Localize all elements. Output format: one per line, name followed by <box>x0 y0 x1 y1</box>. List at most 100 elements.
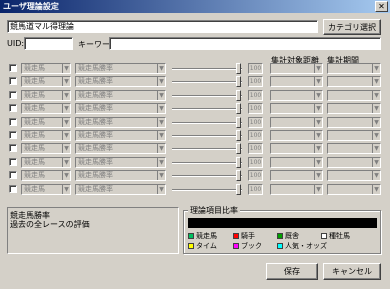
row-distance-select[interactable]: ▼ <box>270 116 323 128</box>
row-period-select[interactable]: ▼ <box>327 183 381 195</box>
row-item-select[interactable]: 競走馬勝率 ▼ <box>75 89 166 101</box>
row-period-select[interactable]: ▼ <box>327 103 381 115</box>
row-category-value: 競走馬 <box>24 64 45 72</box>
theory-row: 競走馬 ▼ 競走馬勝率 ▼ 100 ▼ ▼ <box>0 143 390 155</box>
row-category-select[interactable]: 競走馬 ▼ <box>21 63 71 74</box>
row-enable-checkbox[interactable] <box>9 117 17 126</box>
row-slider-thumb[interactable] <box>236 116 241 128</box>
row-slider-thumb[interactable] <box>236 156 241 168</box>
row-period-select[interactable]: ▼ <box>327 130 381 141</box>
row-ratio-slider[interactable] <box>172 175 242 178</box>
save-button[interactable]: 保存 <box>266 263 318 280</box>
row-distance-select[interactable]: ▼ <box>270 103 323 115</box>
chevron-down-icon: ▼ <box>314 171 322 181</box>
row-distance-select[interactable]: ▼ <box>270 156 323 168</box>
row-category-select[interactable]: 競走馬 ▼ <box>21 143 71 155</box>
legend-swatch <box>233 233 239 239</box>
row-category-select[interactable]: 競走馬 ▼ <box>21 170 71 182</box>
row-ratio-slider[interactable] <box>172 161 242 164</box>
row-enable-checkbox[interactable] <box>9 171 17 180</box>
row-slider-thumb[interactable] <box>236 170 241 182</box>
row-ratio-slider[interactable] <box>172 81 242 84</box>
row-item-select[interactable]: 競走馬勝率 ▼ <box>75 76 166 88</box>
theory-name-input[interactable]: 競馬道マル得理論 <box>7 20 318 33</box>
row-enable-checkbox[interactable] <box>9 131 17 139</box>
row-item-value: 競走馬勝率 <box>78 90 113 99</box>
row-enable-checkbox[interactable] <box>9 144 17 153</box>
row-slider-thumb[interactable] <box>236 76 241 88</box>
row-category-select[interactable]: 競走馬 ▼ <box>21 116 71 128</box>
row-enable-checkbox[interactable] <box>9 90 17 99</box>
cancel-button[interactable]: キャンセル <box>323 263 381 280</box>
row-item-select[interactable]: 競走馬勝率 ▼ <box>75 103 166 115</box>
row-distance-select[interactable]: ▼ <box>270 143 323 155</box>
chevron-down-icon: ▼ <box>157 117 165 127</box>
row-ratio-slider[interactable] <box>172 188 242 191</box>
row-period-select[interactable]: ▼ <box>327 170 381 182</box>
row-ratio-slider[interactable] <box>172 94 242 97</box>
row-distance-select[interactable]: ▼ <box>270 89 323 101</box>
row-category-select[interactable]: 競走馬 ▼ <box>21 89 71 101</box>
row-distance-select[interactable]: ▼ <box>270 170 323 182</box>
row-enable-checkbox[interactable] <box>9 77 17 86</box>
row-item-select[interactable]: 競走馬勝率 ▼ <box>75 130 166 141</box>
row-item-select[interactable]: 競走馬勝率 ▼ <box>75 63 166 74</box>
row-period-select[interactable]: ▼ <box>327 143 381 155</box>
row-slider-thumb[interactable] <box>236 103 241 115</box>
row-item-select[interactable]: 競走馬勝率 ▼ <box>75 183 166 195</box>
row-ratio-value: 100 <box>248 170 263 182</box>
row-period-select[interactable]: ▼ <box>327 63 381 74</box>
row-ratio-slider[interactable] <box>172 68 242 70</box>
row-item-value: 競走馬勝率 <box>78 184 113 193</box>
description-text: 過去の全レースの評価 <box>10 220 90 229</box>
row-slider-thumb[interactable] <box>236 89 241 101</box>
row-distance-select[interactable]: ▼ <box>270 76 323 88</box>
row-slider-thumb[interactable] <box>236 130 241 141</box>
chevron-down-icon: ▼ <box>157 77 165 87</box>
row-distance-select[interactable]: ▼ <box>270 63 323 74</box>
row-category-select[interactable]: 競走馬 ▼ <box>21 76 71 88</box>
chevron-down-icon: ▼ <box>372 90 380 100</box>
row-item-select[interactable]: 競走馬勝率 ▼ <box>75 156 166 168</box>
chevron-down-icon: ▼ <box>372 77 380 87</box>
row-period-select[interactable]: ▼ <box>327 116 381 128</box>
row-ratio-slider[interactable] <box>172 108 242 111</box>
row-category-select[interactable]: 競走馬 ▼ <box>21 130 71 141</box>
row-period-select[interactable]: ▼ <box>327 89 381 101</box>
chevron-down-icon: ▼ <box>62 184 70 194</box>
row-slider-thumb[interactable] <box>236 63 241 74</box>
row-ratio-slider[interactable] <box>172 135 242 137</box>
row-distance-select[interactable]: ▼ <box>270 130 323 141</box>
row-ratio-slider[interactable] <box>172 121 242 124</box>
description-box: 競走馬勝率 過去の全レースの評価 <box>7 207 179 254</box>
chevron-down-icon: ▼ <box>62 131 70 140</box>
chevron-down-icon: ▼ <box>157 104 165 114</box>
chevron-down-icon: ▼ <box>372 157 380 167</box>
row-item-select[interactable]: 競走馬勝率 ▼ <box>75 143 166 155</box>
row-period-select[interactable]: ▼ <box>327 76 381 88</box>
row-item-select[interactable]: 競走馬勝率 ▼ <box>75 170 166 182</box>
row-slider-thumb[interactable] <box>236 143 241 155</box>
row-category-select[interactable]: 競走馬 ▼ <box>21 156 71 168</box>
row-category-select[interactable]: 競走馬 ▼ <box>21 183 71 195</box>
row-category-select[interactable]: 競走馬 ▼ <box>21 103 71 115</box>
row-slider-thumb[interactable] <box>236 183 241 195</box>
keyword-input[interactable] <box>109 37 381 50</box>
chevron-down-icon: ▼ <box>314 77 322 87</box>
row-period-select[interactable]: ▼ <box>327 156 381 168</box>
category-select-button[interactable]: カテゴリ選択 <box>323 19 381 35</box>
uid-input[interactable] <box>24 37 73 50</box>
row-enable-checkbox[interactable] <box>9 64 17 72</box>
row-enable-checkbox[interactable] <box>9 104 17 113</box>
title-bar: ユーザ理論設定 ✕ <box>0 0 390 13</box>
row-ratio-slider[interactable] <box>172 148 242 151</box>
row-enable-checkbox[interactable] <box>9 157 17 166</box>
row-distance-select[interactable]: ▼ <box>270 183 323 195</box>
row-item-value: 競走馬勝率 <box>78 64 113 72</box>
chevron-down-icon: ▼ <box>314 90 322 100</box>
close-button[interactable]: ✕ <box>375 1 388 12</box>
chevron-down-icon: ▼ <box>314 131 322 140</box>
row-item-select[interactable]: 競走馬勝率 ▼ <box>75 116 166 128</box>
row-enable-checkbox[interactable] <box>9 184 17 193</box>
chevron-down-icon: ▼ <box>62 77 70 87</box>
